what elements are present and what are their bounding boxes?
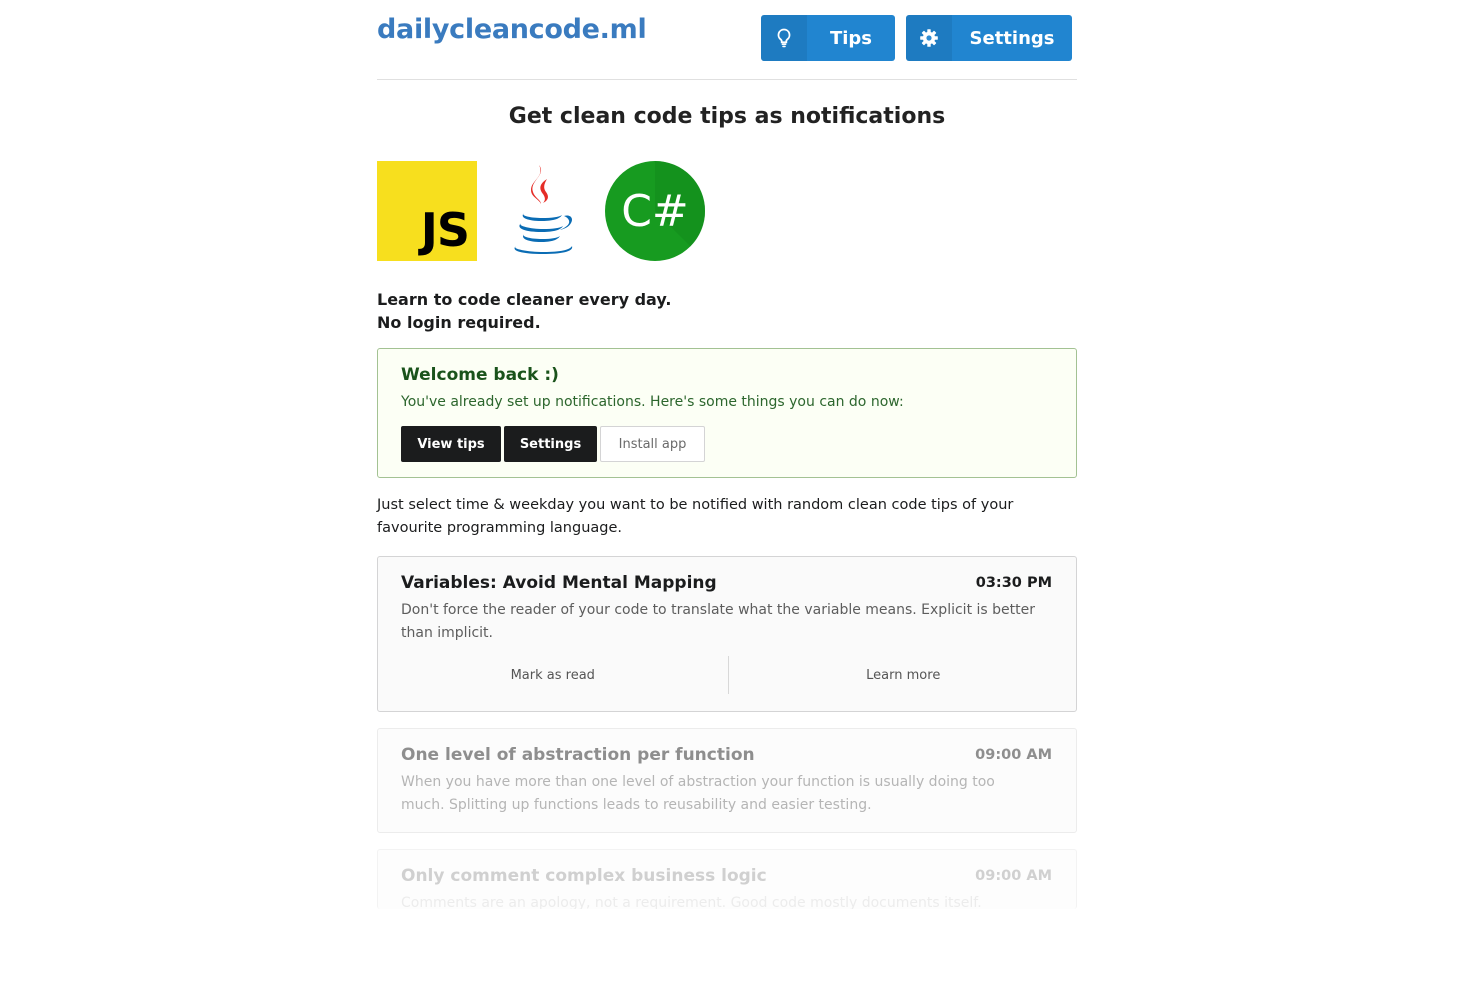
- mark-as-read-button[interactable]: Mark as read: [378, 656, 728, 694]
- learn-more-button[interactable]: Learn more: [729, 656, 1079, 694]
- tip-title: Only comment complex business logic: [401, 866, 767, 886]
- javascript-logo-text: JS: [420, 203, 470, 257]
- page-headline: Get clean code tips as notifications: [508, 104, 946, 129]
- tip-time: 09:00 AM: [975, 747, 1052, 763]
- main-container: dailycleancode.ml Tips Settings Get clea…: [377, 0, 1077, 909]
- tips-button-label: Tips: [829, 27, 873, 49]
- description-text: Just select time & weekday you want to b…: [377, 497, 1014, 536]
- java-logo: [491, 161, 591, 261]
- page: dailycleancode.ml Tips Settings Get clea…: [0, 0, 1468, 997]
- lead-text: Learn to code cleaner every day. No logi…: [377, 288, 671, 334]
- tip-card[interactable]: One level of abstraction per function 09…: [377, 728, 1077, 833]
- tips-button[interactable]: Tips: [761, 15, 895, 61]
- lead-line-2: No login required.: [377, 313, 541, 332]
- tip-time: 09:00 AM: [975, 868, 1052, 884]
- header: dailycleancode.ml Tips Settings: [377, 0, 1077, 80]
- lightbulb-icon: [761, 15, 807, 61]
- tip-card[interactable]: Only comment complex business logic 09:0…: [377, 849, 1077, 909]
- tip-actions: Mark as read Learn more: [378, 656, 1078, 694]
- tip-body: When you have more than one level of abs…: [401, 774, 995, 813]
- install-app-button[interactable]: Install app: [600, 426, 705, 462]
- csharp-logo: C#: [605, 161, 705, 261]
- lead-line-1: Learn to code cleaner every day.: [377, 290, 672, 309]
- gear-icon: [906, 15, 952, 61]
- tip-time: 03:30 PM: [975, 575, 1052, 591]
- view-tips-button[interactable]: View tips: [401, 426, 501, 462]
- settings-button[interactable]: Settings: [906, 15, 1072, 61]
- tip-title: One level of abstraction per function: [401, 745, 755, 765]
- settings-button-label: Settings: [969, 27, 1055, 49]
- tip-body: Don't force the reader of your code to t…: [401, 602, 1035, 641]
- tip-card: Variables: Avoid Mental Mapping 03:30 PM…: [377, 556, 1077, 712]
- csharp-logo-text: C#: [621, 185, 689, 237]
- javascript-logo: JS: [377, 161, 477, 261]
- welcome-title: Welcome back :): [401, 365, 559, 385]
- welcome-text: You've already set up notifications. Her…: [401, 394, 904, 410]
- brand-link[interactable]: dailycleancode.ml: [377, 14, 647, 45]
- welcome-message: Welcome back :) You've already set up no…: [377, 348, 1077, 478]
- tip-body: Comments are an apology, not a requireme…: [401, 895, 982, 909]
- welcome-actions: View tips Settings Install app: [401, 426, 708, 462]
- tip-title: Variables: Avoid Mental Mapping: [401, 573, 717, 593]
- welcome-settings-button[interactable]: Settings: [504, 426, 597, 462]
